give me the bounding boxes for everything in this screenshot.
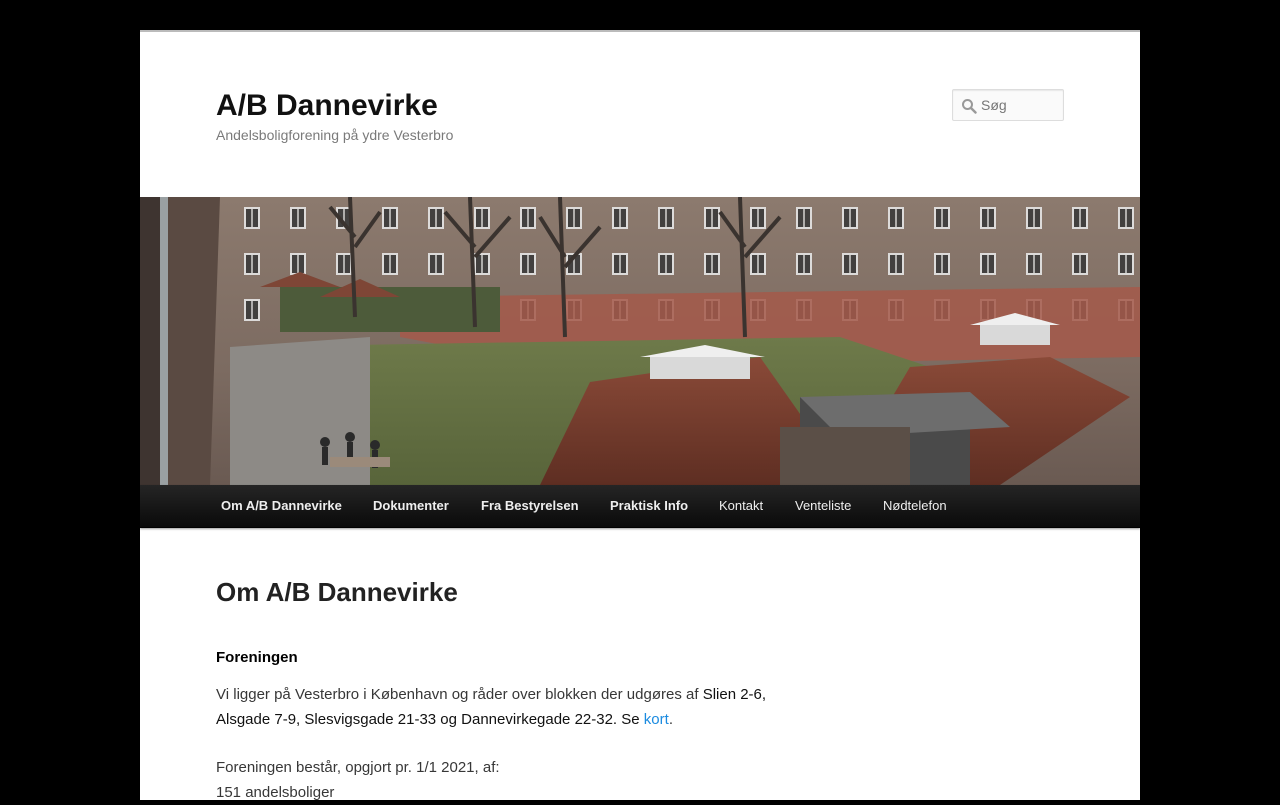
main-navigation: Om A/B Dannevirke Dokumenter Fra Bestyre… [140, 485, 1140, 528]
nav-item-om-ab-dannevirke[interactable]: Om A/B Dannevirke [221, 485, 342, 527]
nav-item-nodtelefon[interactable]: Nødtelefon [883, 485, 947, 527]
nav-item-venteliste[interactable]: Venteliste [795, 485, 851, 527]
intro-text: Vi ligger på Vesterbro i København og rå… [216, 686, 703, 703]
intro-end: . [668, 711, 673, 728]
site-title[interactable]: A/B Dannevirke [216, 88, 438, 124]
search-box[interactable] [952, 89, 1064, 121]
header-image [140, 197, 1140, 485]
section-heading: Foreningen [216, 649, 298, 666]
search-icon [962, 99, 977, 114]
page-container: A/B Dannevirke Andelsboligforening på yd… [140, 30, 1140, 801]
nav-item-praktisk-info[interactable]: Praktisk Info [610, 485, 688, 527]
composition-paragraph: Foreningen består, opgjort pr. 1/1 2021,… [216, 755, 776, 805]
composition-line: 151 andelsboliger [216, 784, 335, 801]
site-description: Andelsboligforening på ydre Vesterbro [216, 127, 454, 143]
nav-item-kontakt[interactable]: Kontakt [719, 485, 763, 527]
map-link[interactable]: kort [644, 711, 669, 728]
intro-paragraph: Vi ligger på Vesterbro i København og rå… [216, 682, 776, 732]
nav-item-dokumenter[interactable]: Dokumenter [373, 485, 449, 527]
composition-intro: Foreningen består, opgjort pr. 1/1 2021,… [216, 759, 500, 776]
page-title: Om A/B Dannevirke [216, 577, 458, 607]
nav-item-fra-bestyrelsen[interactable]: Fra Bestyrelsen [481, 485, 579, 527]
search-input[interactable] [979, 90, 1063, 120]
